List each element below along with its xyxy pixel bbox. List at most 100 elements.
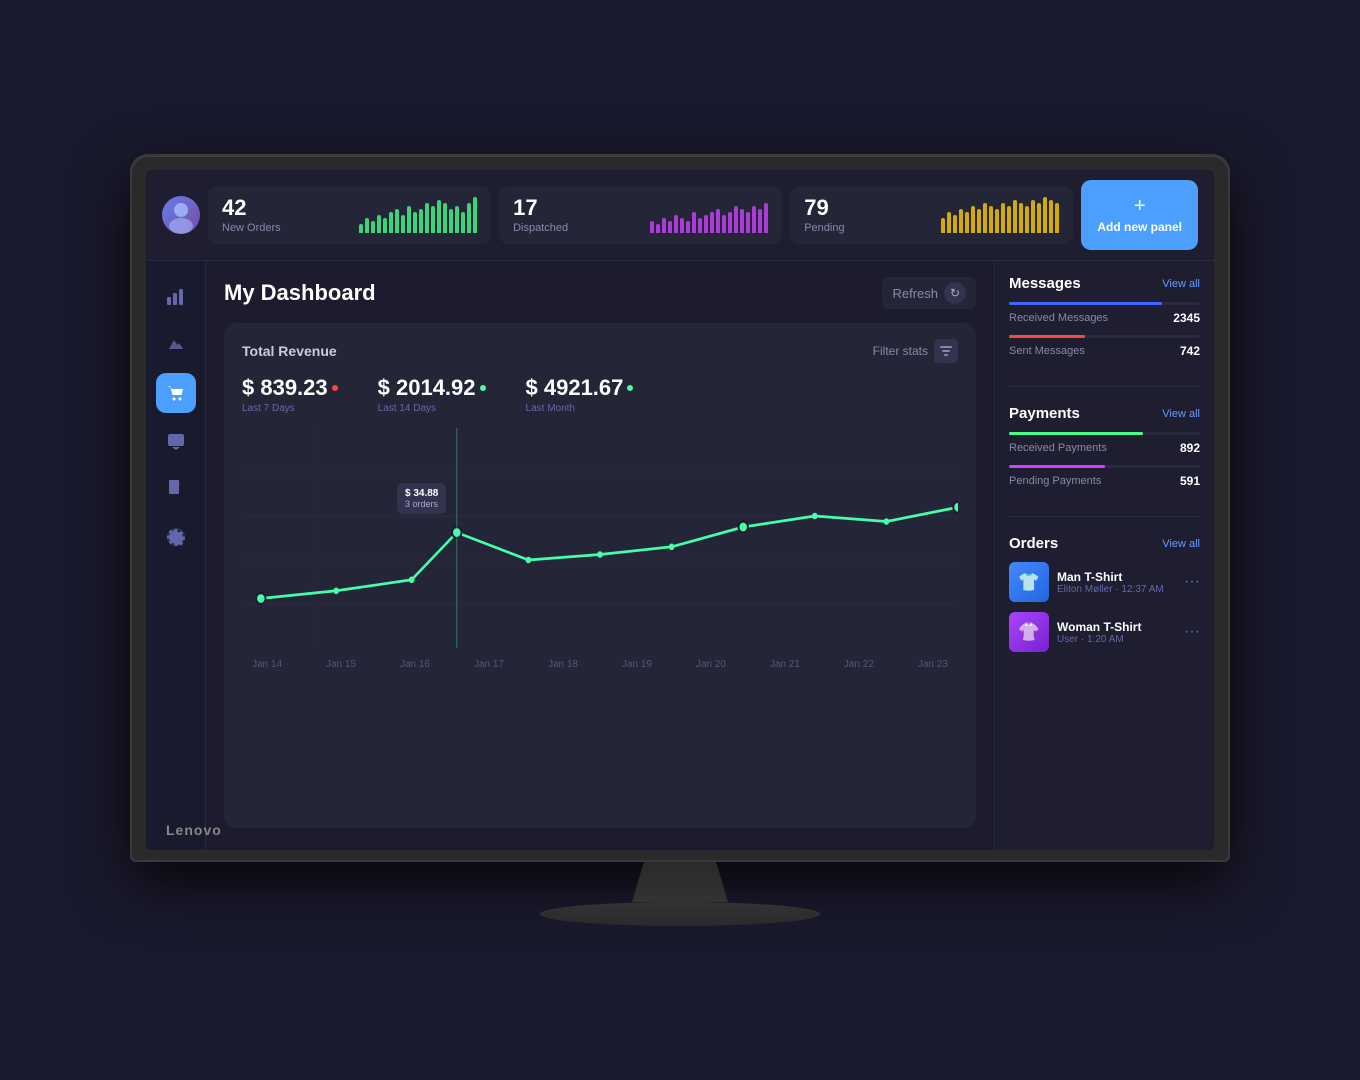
messages-header: Messages View all bbox=[1009, 275, 1200, 292]
revenue-card: Total Revenue Filter stats bbox=[224, 323, 976, 828]
order-info-0: Man T-Shirt Eliton Møller · 12:37 AM bbox=[1057, 570, 1176, 595]
messages-title: Messages bbox=[1009, 275, 1081, 292]
received-messages-count: 2345 bbox=[1173, 311, 1200, 325]
order-item-0: 👕 Man T-Shirt Eliton Møller · 12:37 AM ·… bbox=[1009, 562, 1200, 602]
order-more-1[interactable]: ··· bbox=[1184, 623, 1200, 641]
messages-section: Messages View all Received Messages 2345 bbox=[1009, 275, 1200, 368]
sidebar-item-settings[interactable] bbox=[156, 517, 196, 557]
x-label-1: Jan 15 bbox=[326, 659, 356, 670]
top-stats-bar: 42 New Orders 17 Dispatched bbox=[146, 170, 1214, 261]
orders-view-all[interactable]: View all bbox=[1162, 538, 1200, 550]
refresh-button[interactable]: Refresh ↻ bbox=[882, 277, 976, 309]
received-messages-item: Received Messages 2345 bbox=[1009, 302, 1200, 325]
pending-payments-bar bbox=[1009, 465, 1105, 468]
stat-card-orders: 42 New Orders bbox=[208, 186, 491, 244]
sent-messages-bar bbox=[1009, 335, 1085, 338]
pending-number: 79 bbox=[804, 196, 931, 220]
pending-chart bbox=[941, 197, 1059, 233]
revenue-amount-7days: $ 839.23 bbox=[242, 375, 328, 401]
x-label-6: Jan 20 bbox=[696, 659, 726, 670]
order-img-0: 👕 bbox=[1009, 562, 1049, 602]
order-img-1: 👚 bbox=[1009, 612, 1049, 652]
filter-icon bbox=[934, 339, 958, 363]
revenue-stat-month: $ 4921.67 Last Month bbox=[526, 375, 634, 414]
chart-tooltip: $ 34.88 3 orders bbox=[397, 483, 446, 514]
dashboard-content: My Dashboard Refresh ↻ Total Revenue Fil… bbox=[206, 261, 994, 850]
tooltip-amount: $ 34.88 bbox=[405, 488, 438, 499]
order-name-1: Woman T-Shirt bbox=[1057, 620, 1176, 634]
divider-1 bbox=[1009, 386, 1200, 387]
orders-title: Orders bbox=[1009, 535, 1058, 552]
received-payments-item: Received Payments 892 bbox=[1009, 432, 1200, 455]
payments-title: Payments bbox=[1009, 405, 1080, 422]
received-messages-label: Received Messages bbox=[1009, 312, 1108, 324]
sidebar-item-analytics[interactable] bbox=[156, 277, 196, 317]
revenue-period-7days: Last 7 Days bbox=[242, 403, 338, 414]
divider-2 bbox=[1009, 516, 1200, 517]
sent-messages-item: Sent Messages 742 bbox=[1009, 335, 1200, 358]
revenue-chart: $ 34.88 3 orders bbox=[242, 428, 958, 648]
sidebar-item-documents[interactable] bbox=[156, 469, 196, 509]
revenue-amount-14days: $ 2014.92 bbox=[378, 375, 476, 401]
monitor-base bbox=[540, 902, 820, 926]
x-label-5: Jan 19 bbox=[622, 659, 652, 670]
dashboard-header: My Dashboard Refresh ↻ bbox=[224, 277, 976, 309]
pending-payments-label: Pending Payments bbox=[1009, 475, 1101, 487]
x-label-0: Jan 14 bbox=[252, 659, 282, 670]
monitor-neck bbox=[620, 862, 740, 902]
add-panel-plus-icon: + bbox=[1134, 196, 1146, 216]
order-more-0[interactable]: ··· bbox=[1184, 573, 1200, 591]
revenue-title: Total Revenue bbox=[242, 343, 337, 359]
sidebar-item-messages[interactable] bbox=[156, 421, 196, 461]
sidebar bbox=[146, 261, 206, 850]
revenue-stat-7days: $ 839.23 Last 7 Days bbox=[242, 375, 338, 414]
payments-section: Payments View all Received Payments 892 bbox=[1009, 405, 1200, 498]
page-title: My Dashboard bbox=[224, 280, 376, 306]
revenue-dot-14days bbox=[480, 385, 486, 391]
messages-view-all[interactable]: View all bbox=[1162, 278, 1200, 290]
orders-label: New Orders bbox=[222, 222, 349, 234]
sent-messages-label: Sent Messages bbox=[1009, 345, 1085, 357]
received-messages-bar bbox=[1009, 302, 1162, 305]
orders-header: Orders View all bbox=[1009, 535, 1200, 552]
payments-view-all[interactable]: View all bbox=[1162, 408, 1200, 420]
sidebar-item-design[interactable] bbox=[156, 325, 196, 365]
order-meta-0: Eliton Møller · 12:37 AM bbox=[1057, 584, 1176, 595]
dispatched-chart bbox=[650, 197, 768, 233]
x-label-9: Jan 23 bbox=[918, 659, 948, 670]
chart-x-labels: Jan 14 Jan 15 Jan 16 Jan 17 Jan 18 Jan 1… bbox=[242, 659, 958, 670]
order-meta-1: User · 1:20 AM bbox=[1057, 634, 1176, 645]
pending-payments-item: Pending Payments 591 bbox=[1009, 465, 1200, 488]
received-payments-bar bbox=[1009, 432, 1143, 435]
revenue-amount-month: $ 4921.67 bbox=[526, 375, 624, 401]
payments-header: Payments View all bbox=[1009, 405, 1200, 422]
revenue-period-month: Last Month bbox=[526, 403, 634, 414]
avatar bbox=[162, 196, 200, 234]
revenue-stat-14days: $ 2014.92 Last 14 Days bbox=[378, 375, 486, 414]
filter-stats-button[interactable]: Filter stats bbox=[873, 339, 958, 363]
orders-section: Orders View all 👕 Man T-Shirt Eliton Møl… bbox=[1009, 535, 1200, 662]
right-panel: Messages View all Received Messages 2345 bbox=[994, 261, 1214, 850]
revenue-stats: $ 839.23 Last 7 Days $ 2014.92 bbox=[242, 375, 958, 414]
pending-label: Pending bbox=[804, 222, 931, 234]
orders-number: 42 bbox=[222, 196, 349, 220]
chart-svg bbox=[242, 428, 958, 648]
received-payments-count: 892 bbox=[1180, 441, 1200, 455]
refresh-label: Refresh bbox=[892, 286, 938, 301]
order-item-1: 👚 Woman T-Shirt User · 1:20 AM ··· bbox=[1009, 612, 1200, 652]
order-info-1: Woman T-Shirt User · 1:20 AM bbox=[1057, 620, 1176, 645]
x-label-4: Jan 18 bbox=[548, 659, 578, 670]
tooltip-orders: 3 orders bbox=[405, 499, 438, 509]
revenue-header: Total Revenue Filter stats bbox=[242, 339, 958, 363]
sidebar-item-orders[interactable] bbox=[156, 373, 196, 413]
order-name-0: Man T-Shirt bbox=[1057, 570, 1176, 584]
revenue-dot-7days bbox=[332, 385, 338, 391]
add-panel-button[interactable]: + Add new panel bbox=[1081, 180, 1198, 250]
dispatched-number: 17 bbox=[513, 196, 640, 220]
revenue-dot-month bbox=[627, 385, 633, 391]
main-area: My Dashboard Refresh ↻ Total Revenue Fil… bbox=[146, 261, 1214, 850]
add-panel-label: Add new panel bbox=[1097, 220, 1182, 234]
x-label-7: Jan 21 bbox=[770, 659, 800, 670]
revenue-period-14days: Last 14 Days bbox=[378, 403, 486, 414]
stat-card-pending: 79 Pending bbox=[790, 186, 1073, 244]
